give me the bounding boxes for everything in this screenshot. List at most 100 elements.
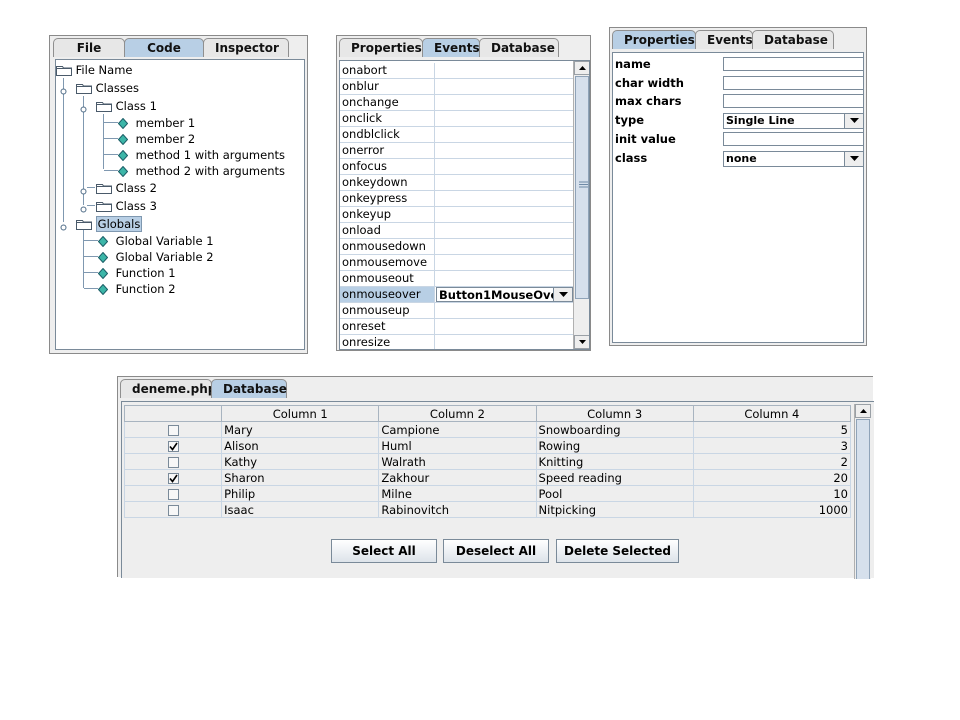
table-cell-column-3[interactable]: Knitting (535, 453, 694, 470)
table-cell-column-1[interactable]: Kathy (221, 453, 380, 470)
table-cell-column-4[interactable]: 2 (692, 453, 852, 470)
select-all-button[interactable]: Select All (331, 539, 437, 563)
event-handler-value[interactable] (435, 191, 573, 206)
collapsed-toggle-icon[interactable] (80, 184, 87, 195)
event-handler-value[interactable] (435, 319, 573, 334)
event-row[interactable]: onkeydown (340, 175, 573, 191)
tree-node-class-3[interactable]: Class 3 (96, 198, 157, 214)
table-cell-column-1[interactable]: Philip (221, 485, 380, 502)
tree-leaf-global-variable-1[interactable]: Global Variable 1 (97, 233, 214, 249)
table-cell-column-4[interactable]: 20 (692, 469, 852, 486)
events-scrollbar[interactable] (573, 61, 589, 349)
tab-events[interactable]: Events (695, 30, 753, 49)
event-handler-value[interactable] (435, 79, 573, 94)
tree-leaf-global-variable-2[interactable]: Global Variable 2 (97, 249, 214, 265)
tree-leaf-method-2[interactable]: method 2 with arguments (117, 163, 285, 179)
event-handler-value[interactable] (435, 271, 573, 286)
event-row[interactable]: ondblclick (340, 127, 573, 143)
event-row[interactable]: onchange (340, 95, 573, 111)
tab-properties[interactable]: Properties (612, 30, 696, 49)
event-row[interactable]: onclick (340, 111, 573, 127)
table-cell-column-2[interactable]: Rabinovitch (378, 501, 537, 518)
event-handler-value[interactable] (435, 175, 573, 190)
event-row[interactable]: onreset (340, 319, 573, 335)
event-handler-value[interactable] (435, 335, 573, 349)
tab-database[interactable]: Database (752, 30, 834, 49)
tab-deneme-php[interactable]: deneme.php (120, 379, 216, 398)
tab-database[interactable]: Database (479, 38, 559, 57)
event-handler-value[interactable] (435, 95, 573, 110)
expand-toggle-icon[interactable] (80, 102, 87, 113)
event-handler-value[interactable] (435, 207, 573, 222)
column-header-2[interactable]: Column 2 (378, 405, 537, 422)
chevron-down-icon[interactable] (553, 288, 572, 301)
char-width-field[interactable] (723, 76, 864, 90)
event-handler-value[interactable] (435, 127, 573, 142)
database-scrollbar[interactable] (854, 404, 871, 579)
event-row[interactable]: onload (340, 223, 573, 239)
tree-leaf-member-2[interactable]: member 2 (117, 131, 195, 147)
table-cell-column-1[interactable]: Alison (221, 437, 380, 454)
row-checkbox[interactable] (167, 424, 179, 436)
row-checkbox[interactable] (167, 472, 179, 484)
event-row[interactable]: onresize (340, 335, 573, 349)
table-row[interactable]: Kathy Walrath Knitting 2 (123, 453, 852, 470)
event-row[interactable]: onkeypress (340, 191, 573, 207)
tree-node-class-1[interactable]: Class 1 (96, 98, 157, 114)
chevron-down-icon[interactable] (844, 114, 863, 128)
event-row[interactable]: onmousedown (340, 239, 573, 255)
event-handler-value[interactable] (435, 239, 573, 254)
table-cell-column-3[interactable]: Pool (535, 485, 694, 502)
row-checkbox[interactable] (167, 456, 179, 468)
table-cell-column-1[interactable]: Mary (221, 421, 380, 438)
tab-properties[interactable]: Properties (339, 38, 423, 57)
event-row[interactable]: onkeyup (340, 207, 573, 223)
table-cell-column-3[interactable]: Nitpicking (535, 501, 694, 518)
event-handler-value[interactable] (435, 303, 573, 318)
event-handler-value[interactable] (435, 143, 573, 158)
table-cell-column-1[interactable]: Sharon (221, 469, 380, 486)
scroll-up-button[interactable] (855, 404, 871, 418)
event-row[interactable]: onmousemove (340, 255, 573, 271)
tree-root[interactable]: File Name (56, 62, 132, 78)
scroll-down-button[interactable] (574, 335, 589, 349)
chevron-down-icon[interactable] (844, 152, 863, 166)
tree-node-class-2[interactable]: Class 2 (96, 180, 157, 196)
tab-inspector[interactable]: Inspector (203, 38, 289, 57)
event-handler-value[interactable] (435, 111, 573, 126)
event-handler-value[interactable] (435, 223, 573, 238)
tree-leaf-member-1[interactable]: member 1 (117, 115, 195, 131)
event-row[interactable]: onabort (340, 63, 573, 79)
tab-file[interactable]: File (53, 38, 125, 57)
table-cell-column-2[interactable]: Walrath (378, 453, 537, 470)
column-header-1[interactable]: Column 1 (221, 405, 380, 422)
table-cell-column-2[interactable]: Campione (378, 421, 537, 438)
table-cell-column-3[interactable]: Snowboarding (535, 421, 694, 438)
expand-toggle-icon[interactable] (60, 220, 67, 231)
table-row[interactable]: Mary Campione Snowboarding 5 (123, 421, 852, 438)
tree-leaf-method-1[interactable]: method 1 with arguments (117, 147, 285, 163)
table-cell-column-2[interactable]: Milne (378, 485, 537, 502)
deselect-all-button[interactable]: Deselect All (443, 539, 549, 563)
tab-events[interactable]: Events (422, 38, 480, 57)
column-header-3[interactable]: Column 3 (535, 405, 694, 422)
table-cell-column-4[interactable]: 5 (692, 421, 852, 438)
row-checkbox[interactable] (167, 440, 179, 452)
tree-leaf-function-2[interactable]: Function 2 (97, 281, 176, 297)
scroll-thumb[interactable] (856, 419, 870, 579)
table-cell-column-4[interactable]: 3 (692, 437, 852, 454)
event-handler-value[interactable]: Button1MouseOver (436, 287, 573, 302)
table-row[interactable]: Isaac Rabinovitch Nitpicking 1000 (123, 501, 852, 518)
table-cell-column-1[interactable]: Isaac (221, 501, 380, 518)
event-handler-value[interactable] (435, 159, 573, 174)
event-row[interactable]: onmouseout (340, 271, 573, 287)
tab-database[interactable]: Database (211, 379, 287, 398)
event-row[interactable]: onerror (340, 143, 573, 159)
table-cell-column-3[interactable]: Rowing (535, 437, 694, 454)
table-cell-column-4[interactable]: 10 (692, 485, 852, 502)
table-row[interactable]: Alison Huml Rowing 3 (123, 437, 852, 454)
collapsed-toggle-icon[interactable] (80, 202, 87, 213)
event-handler-value[interactable] (435, 63, 573, 78)
table-row[interactable]: Philip Milne Pool 10 (123, 485, 852, 502)
event-row[interactable]: onfocus (340, 159, 573, 175)
